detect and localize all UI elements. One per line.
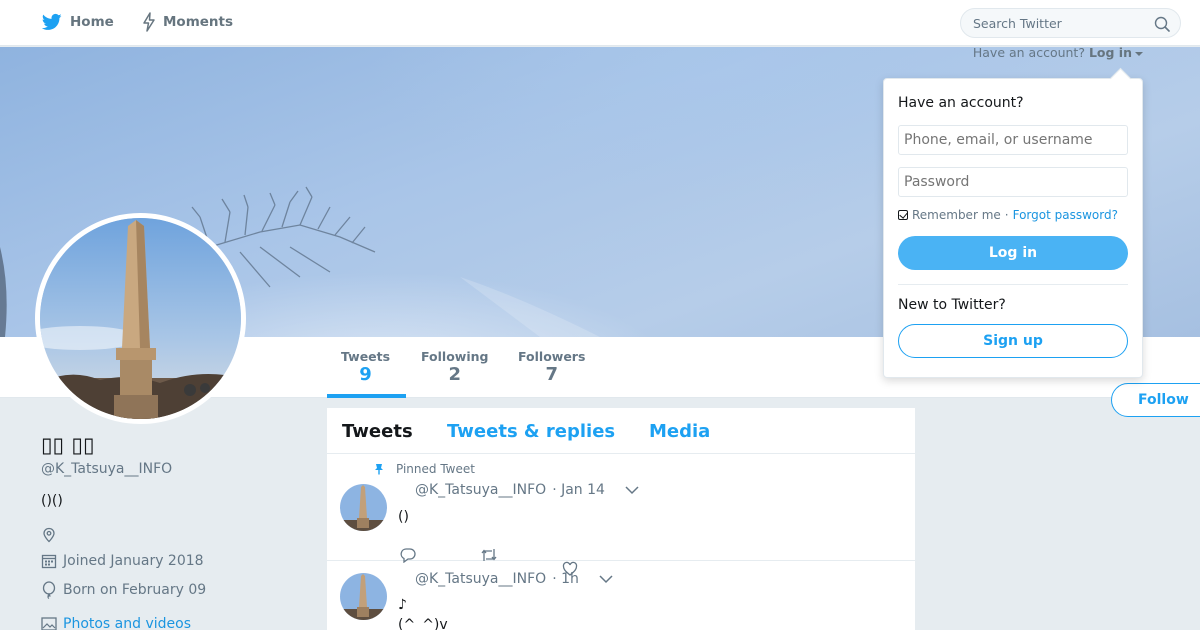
remember-me-label[interactable]: Remember me xyxy=(912,208,1001,222)
search-icon[interactable] xyxy=(1154,16,1170,32)
calendar-icon xyxy=(41,554,57,569)
stat-label: Following xyxy=(421,349,489,364)
remember-row: Remember me · Forgot password? xyxy=(898,208,1118,222)
stat-label: Tweets xyxy=(341,349,391,364)
profile-handle[interactable]: @K_Tatsuya__INFO xyxy=(41,461,172,477)
photos-and-videos-label: Photos and videos xyxy=(63,616,192,630)
balloon-icon xyxy=(42,581,56,599)
login-button[interactable]: Log in xyxy=(898,236,1128,270)
new-to-twitter-label: New to Twitter? xyxy=(898,297,1006,313)
profile-born-text: Born on February 09 xyxy=(63,582,207,598)
login-hint-prefix: Have an account? xyxy=(972,45,1085,60)
pin-icon xyxy=(375,464,383,475)
nav-moments[interactable]: Moments xyxy=(142,12,233,32)
profile-name: ▯▯ ▯▯ xyxy=(41,433,95,457)
login-dropdown: Have an account? Remember me · Forgot pa… xyxy=(883,78,1143,378)
signup-button[interactable]: Sign up xyxy=(898,324,1128,358)
chevron-down-icon[interactable] xyxy=(599,574,613,584)
nav-home-label: Home xyxy=(70,14,114,30)
photos-and-videos-link[interactable]: Photos and videos xyxy=(41,616,191,630)
profile-joined: Joined January 2018 xyxy=(41,553,204,569)
tweet-handle[interactable]: @K_Tatsuya__INFO xyxy=(415,571,546,587)
nav-moments-label: Moments xyxy=(163,14,234,30)
tab-media[interactable]: Media xyxy=(649,421,710,442)
follow-button[interactable]: Follow xyxy=(1111,383,1200,417)
pinned-text: Pinned Tweet xyxy=(396,462,475,476)
stat-tweets[interactable]: Tweets 9 xyxy=(341,349,390,386)
twitter-bird-icon xyxy=(41,13,62,30)
tweet-avatar[interactable] xyxy=(340,484,387,531)
stat-value: 2 xyxy=(448,364,461,385)
separator-dot: · xyxy=(1004,208,1009,222)
tweet-text-line2: (^_^)v xyxy=(398,617,448,630)
password-field[interactable] xyxy=(898,167,1128,197)
tweet-header: @K_Tatsuya__INFO · Jan 14 xyxy=(415,482,639,498)
avatar-obelisk-photo xyxy=(340,484,387,531)
avatar-obelisk-photo xyxy=(40,218,241,419)
nav-home[interactable]: Home xyxy=(41,12,114,32)
pinned-tweet-label: Pinned Tweet xyxy=(374,462,475,476)
login-dropdown-title: Have an account? xyxy=(898,95,1024,111)
tweet-item[interactable]: @K_Tatsuya__INFO · 1h ♪ (^_^)v xyxy=(327,561,915,630)
profile-location xyxy=(41,527,63,543)
profile-born: Born on February 09 xyxy=(41,581,206,599)
avatar[interactable] xyxy=(35,213,246,424)
top-navigation-bar: Home Moments Search Twitter xyxy=(0,0,1200,46)
tab-tweets-and-replies[interactable]: Tweets & replies xyxy=(447,421,615,442)
login-hint[interactable]: Have an account? Log in xyxy=(973,45,1143,60)
location-pin-icon xyxy=(43,527,55,543)
avatar-obelisk-photo xyxy=(340,573,387,620)
active-stat-underline xyxy=(327,394,406,398)
stat-followers[interactable]: Followers 7 xyxy=(518,349,585,386)
lightning-icon xyxy=(143,12,155,32)
caret-down-icon xyxy=(1135,51,1143,56)
chevron-down-icon[interactable] xyxy=(625,485,639,495)
tweet-avatar[interactable] xyxy=(340,573,387,620)
divider xyxy=(898,284,1128,285)
stat-following[interactable]: Following 2 xyxy=(421,349,488,386)
search-input[interactable]: Search Twitter xyxy=(960,8,1181,38)
login-hint-link[interactable]: Log in xyxy=(1089,45,1132,60)
remember-me-checkbox[interactable] xyxy=(898,210,908,220)
stat-label: Followers xyxy=(518,349,586,364)
stat-value: 9 xyxy=(359,364,372,385)
tweet-text: () xyxy=(398,509,409,525)
tweet-item[interactable]: Pinned Tweet @K_Tatsuya__INFO · Jan 14 (… xyxy=(327,454,915,576)
tweet-time[interactable]: · Jan 14 xyxy=(552,482,605,498)
username-field[interactable] xyxy=(898,125,1128,155)
tweet-handle[interactable]: @K_Tatsuya__INFO xyxy=(415,482,546,498)
tab-tweets[interactable]: Tweets xyxy=(342,421,413,442)
profile-joined-text: Joined January 2018 xyxy=(63,553,204,569)
tweet-text-line1: ♪ xyxy=(398,597,407,613)
image-icon xyxy=(41,617,57,630)
timeline-tabs: Tweets Tweets & replies Media xyxy=(327,408,915,454)
tweet-time[interactable]: · 1h xyxy=(552,571,579,587)
profile-bio: ()() xyxy=(41,493,63,509)
stat-value: 7 xyxy=(545,364,558,385)
timeline: Tweets Tweets & replies Media Pinned Twe… xyxy=(327,408,915,630)
tweet-header: @K_Tatsuya__INFO · 1h xyxy=(415,571,613,587)
forgot-password-link[interactable]: Forgot password? xyxy=(1013,208,1118,222)
search-placeholder: Search Twitter xyxy=(973,16,1062,31)
